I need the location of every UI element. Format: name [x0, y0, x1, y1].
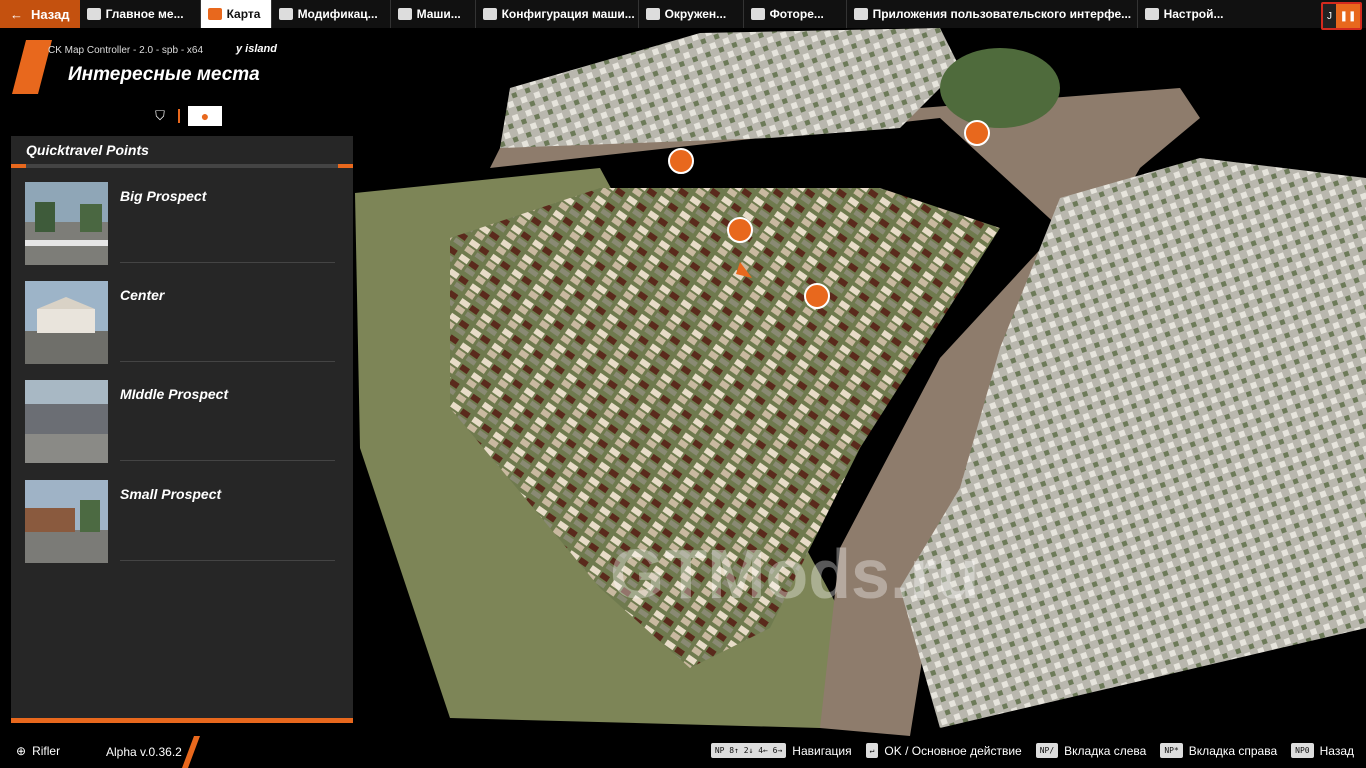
tab-vehicles[interactable]: Маши... — [391, 0, 476, 28]
separator — [178, 109, 180, 123]
poi-mode-button[interactable]: ● — [188, 106, 222, 126]
hint-tab-left: NP/Вкладка слева — [1035, 743, 1146, 758]
marker-icon[interactable] — [668, 148, 694, 174]
divider — [120, 262, 335, 263]
version-label: Alpha v.0.36.2 — [106, 745, 182, 759]
location-pin-icon: ● — [200, 108, 210, 124]
pause-icon[interactable]: ❚❚ — [1336, 4, 1360, 28]
divider — [120, 361, 335, 362]
user-info: ⊕ Rifler — [16, 744, 60, 758]
page-title: Интересные места — [68, 64, 260, 85]
keyboard-icon: NP* — [1160, 743, 1183, 758]
quicktravel-name: Big Prospect — [120, 188, 207, 204]
watermark: GTMods.ru — [610, 535, 979, 613]
marker-icon[interactable] — [804, 283, 830, 309]
city-map[interactable]: GTMods.ru — [300, 28, 1366, 736]
panel-heading: Quicktravel Points — [11, 136, 353, 168]
keyboard-icon: ↵ — [865, 743, 879, 758]
hint-tab-right: NP* Вкладка справа — [1160, 743, 1277, 758]
keyboard-icon: NP/ — [1035, 743, 1059, 758]
thumbnail-image — [25, 480, 108, 563]
top-menu-bar: ← Назад Главное ме... Карта Модификац...… — [0, 0, 1366, 30]
back-button-label: Назад — [31, 6, 70, 22]
marker-icon[interactable] — [727, 217, 753, 243]
weather-icon — [645, 8, 660, 20]
quicktravel-name: Small Prospect — [120, 486, 222, 502]
quicktravel-name: MIddle Prospect — [120, 386, 229, 402]
tab-vehicle-config[interactable]: Конфигурация маши... — [476, 0, 639, 28]
hint-navigation: NP 8↑ 2↓ 4← 6→ Навигация — [710, 743, 852, 758]
map-icon — [207, 8, 222, 20]
bottom-bar: ⊕ Rifler Alpha v.0.36.2 NP 8↑ 2↓ 4← 6→ На… — [0, 736, 1366, 768]
mode-switch: ⛉ ● — [150, 106, 222, 126]
list-item[interactable]: MIddle Prospect — [25, 380, 335, 464]
thumbnail-image — [25, 380, 108, 463]
app-subtitle: CK Map Controller - 2.0 - spb - x64 — [48, 45, 204, 56]
list-item[interactable]: Center — [25, 281, 335, 365]
island-label: y island — [236, 43, 277, 55]
camera-icon — [750, 8, 765, 20]
back-button[interactable]: ← Назад — [0, 0, 80, 28]
puzzle-icon — [278, 8, 293, 20]
car-config-icon — [482, 8, 497, 20]
panel-footer-bar — [11, 718, 353, 723]
thumbnail-image — [25, 182, 108, 265]
divider — [120, 460, 335, 461]
brand-logo — [12, 40, 52, 94]
car-icon — [397, 8, 412, 20]
keyboard-key-indicator: J — [1327, 10, 1332, 22]
quicktravel-name: Center — [120, 287, 165, 303]
username: Rifler — [32, 744, 61, 758]
tab-photo-mode[interactable]: Фоторе... — [744, 0, 847, 28]
tab-mods[interactable]: Модификац... — [272, 0, 391, 28]
arrow-left-icon: ← — [10, 6, 23, 22]
settings-icon — [1144, 8, 1159, 20]
map-fortress — [940, 48, 1060, 128]
stamp-icon: ⛉ — [155, 108, 165, 123]
separator-slash — [182, 736, 200, 768]
main-menu-icon — [86, 8, 101, 20]
keyboard-icon: NP0 — [1291, 743, 1314, 758]
tab-environment[interactable]: Окружен... — [639, 0, 744, 28]
tab-main-menu[interactable]: Главное ме... — [80, 0, 201, 28]
tab-map[interactable]: Карта — [200, 0, 272, 28]
divider — [120, 560, 335, 561]
globe-icon: ⊕ — [16, 744, 27, 758]
hint-ok: ↵ OK / Основное действие — [865, 743, 1022, 758]
keyboard-icon: NP 8↑ 2↓ 4← 6→ — [710, 743, 787, 758]
pause-controls[interactable]: J ❚❚ — [1321, 2, 1362, 30]
map-north-bank — [500, 28, 960, 148]
tab-settings[interactable]: Настрой... — [1138, 0, 1236, 28]
apps-icon — [853, 8, 868, 20]
thumbnail-image — [25, 281, 108, 364]
spawn-mode-button[interactable]: ⛉ — [150, 106, 170, 126]
tab-ui-apps[interactable]: Приложения пользовательского интерфе... — [847, 0, 1138, 28]
hint-back: NP0 Назад — [1291, 743, 1354, 758]
marker-icon[interactable] — [964, 120, 990, 146]
list-item[interactable]: Small Prospect — [25, 480, 335, 564]
list-item[interactable]: Big Prospect — [25, 182, 335, 266]
quicktravel-panel: Quicktravel Points Big Prospect Center M… — [11, 136, 353, 722]
control-hints: NP 8↑ 2↓ 4← 6→ Навигация ↵ OK / Основное д… — [704, 741, 1360, 760]
